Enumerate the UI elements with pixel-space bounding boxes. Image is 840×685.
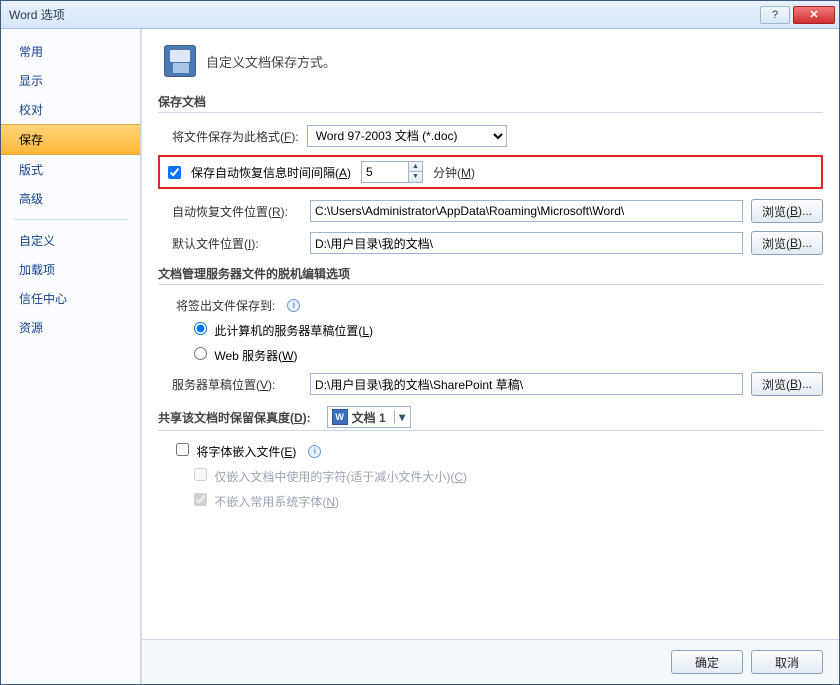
autorecover-checkbox[interactable] <box>168 166 181 179</box>
content-scroll[interactable]: 自定义文档保存方式。 保存文档 将文件保存为此格式(F): Word 97-20… <box>142 29 839 639</box>
draft-location-browse-button[interactable]: 浏览(B)... <box>751 372 823 396</box>
sidebar-item-display[interactable]: 显示 <box>1 66 140 95</box>
autorecover-highlight: 保存自动恢复信息时间间隔(A) ▲ ▼ 分钟(M) <box>158 155 823 189</box>
sidebar: 常用 显示 校对 保存 版式 高级 自定义 加载项 信任中心 资源 <box>1 29 141 684</box>
draft-location-label: 服务器草稿位置(V): <box>172 376 302 393</box>
embed-fonts-label[interactable]: 将字体嵌入文件(E) <box>176 443 296 460</box>
autorecover-path-label: 自动恢复文件位置(R): <box>172 203 302 220</box>
radio-web[interactable] <box>194 347 207 360</box>
autorecover-path-input[interactable] <box>310 200 743 222</box>
row-save-format: 将文件保存为此格式(F): Word 97-2003 文档 (*.doc) <box>172 125 823 147</box>
section-offline-title: 文档管理服务器文件的脱机编辑选项 <box>158 265 823 285</box>
autorecover-browse-button[interactable]: 浏览(B)... <box>751 199 823 223</box>
sidebar-item-trust[interactable]: 信任中心 <box>1 284 140 313</box>
spinner-down-icon[interactable]: ▼ <box>408 172 422 182</box>
page-header-text: 自定义文档保存方式。 <box>206 52 336 71</box>
content-area: 自定义文档保存方式。 保存文档 将文件保存为此格式(F): Word 97-20… <box>141 29 839 684</box>
sidebar-separator <box>13 219 128 220</box>
row-radio-web: Web 服务器(W) <box>194 347 823 364</box>
autorecover-minutes-input[interactable] <box>362 162 408 182</box>
embed-fonts-checkbox[interactable] <box>176 443 189 456</box>
dialog-title: Word 选项 <box>9 6 760 23</box>
row-checkout-saveto: 将签出文件保存到: i <box>176 297 823 314</box>
radio-web-label[interactable]: Web 服务器(W) <box>194 347 297 364</box>
info-icon[interactable]: i <box>287 299 300 312</box>
sidebar-item-customize[interactable]: 自定义 <box>1 226 140 255</box>
sidebar-item-advanced[interactable]: 高级 <box>1 184 140 213</box>
row-radio-local: 此计算机的服务器草稿位置(L) <box>194 322 823 339</box>
sidebar-item-save[interactable]: 保存 <box>1 124 140 155</box>
embed-skip-common-label: 不嵌入常用系统字体(N) <box>194 493 339 510</box>
row-autorecover-path: 自动恢复文件位置(R): 浏览(B)... <box>172 199 823 223</box>
sidebar-item-layout[interactable]: 版式 <box>1 155 140 184</box>
close-button[interactable]: ✕ <box>793 6 835 24</box>
autorecover-unit-label: 分钟(M) <box>433 164 475 181</box>
embed-subset-label: 仅嵌入文档中使用的字符(适于减小文件大小)(C) <box>194 468 467 485</box>
spinner-up-icon[interactable]: ▲ <box>408 162 422 172</box>
cancel-button[interactable]: 取消 <box>751 650 823 674</box>
save-icon <box>164 45 196 77</box>
ok-button[interactable]: 确定 <box>671 650 743 674</box>
titlebar: Word 选项 ? ✕ <box>1 1 839 29</box>
help-button[interactable]: ? <box>760 6 790 24</box>
row-embed-fonts: 将字体嵌入文件(E) i <box>176 443 823 460</box>
section-save-docs-title: 保存文档 <box>158 93 823 113</box>
radio-local[interactable] <box>194 322 207 335</box>
word-options-dialog: Word 选项 ? ✕ 常用 显示 校对 保存 版式 高级 自定义 加载项 信任… <box>0 0 840 685</box>
window-buttons: ? ✕ <box>760 6 835 24</box>
word-doc-icon <box>332 409 348 425</box>
default-path-input[interactable] <box>310 232 743 254</box>
default-path-label: 默认文件位置(I): <box>172 235 302 252</box>
row-draft-location: 服务器草稿位置(V): 浏览(B)... <box>172 372 823 396</box>
save-format-label: 将文件保存为此格式(F): <box>172 128 299 145</box>
row-embed-subset: 仅嵌入文档中使用的字符(适于减小文件大小)(C) <box>194 468 823 485</box>
autorecover-label-text: 保存自动恢复信息时间间隔(A) <box>191 164 351 181</box>
draft-location-input[interactable] <box>310 373 743 395</box>
autorecover-minutes-spinner[interactable]: ▲ ▼ <box>361 161 423 183</box>
row-default-path: 默认文件位置(I): 浏览(B)... <box>172 231 823 255</box>
save-format-select[interactable]: Word 97-2003 文档 (*.doc) <box>307 125 507 147</box>
fidelity-doc-name: 文档 1 <box>352 409 394 426</box>
default-path-browse-button[interactable]: 浏览(B)... <box>751 231 823 255</box>
fidelity-title-text: 共享该文档时保留保真度(D): <box>158 409 311 426</box>
dialog-buttons: 确定 取消 <box>142 639 839 684</box>
page-header: 自定义文档保存方式。 <box>158 45 823 77</box>
info-icon[interactable]: i <box>308 445 321 458</box>
section-fidelity-title: 共享该文档时保留保真度(D): 文档 1 ▾ <box>158 406 823 431</box>
sidebar-item-general[interactable]: 常用 <box>1 37 140 66</box>
sidebar-item-addins[interactable]: 加载项 <box>1 255 140 284</box>
radio-local-label[interactable]: 此计算机的服务器草稿位置(L) <box>194 322 373 339</box>
sidebar-item-resources[interactable]: 资源 <box>1 313 140 342</box>
dialog-body: 常用 显示 校对 保存 版式 高级 自定义 加载项 信任中心 资源 自定义文档保… <box>1 29 839 684</box>
embed-skip-common-checkbox <box>194 493 207 506</box>
sidebar-item-proofing[interactable]: 校对 <box>1 95 140 124</box>
checkout-saveto-label: 将签出文件保存到: <box>176 297 275 314</box>
fidelity-document-select[interactable]: 文档 1 ▾ <box>327 406 411 428</box>
embed-subset-checkbox <box>194 468 207 481</box>
row-embed-skip-common: 不嵌入常用系统字体(N) <box>194 493 823 510</box>
chevron-down-icon[interactable]: ▾ <box>394 410 410 424</box>
autorecover-checkbox-label[interactable]: 保存自动恢复信息时间间隔(A) <box>168 164 351 181</box>
